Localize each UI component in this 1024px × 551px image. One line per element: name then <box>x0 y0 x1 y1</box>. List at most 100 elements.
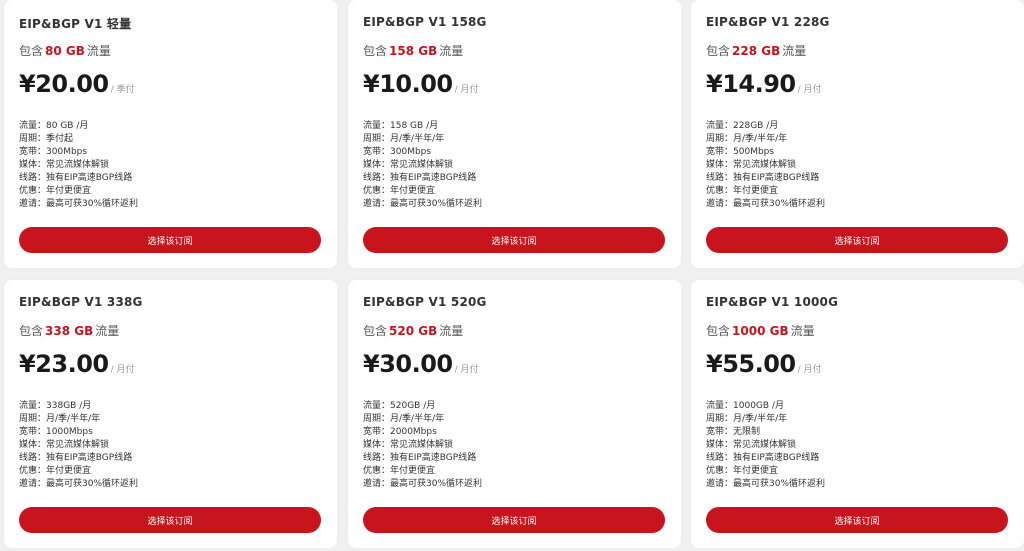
spec-value: 年付更便宜 <box>390 466 436 476</box>
spec-label: 邀请： <box>706 199 734 209</box>
spec-value: 独有EIP高速BGP线路 <box>390 453 477 463</box>
spec-value: 300Mbps <box>46 147 88 157</box>
traffic-prefix: 包含 <box>706 324 731 338</box>
plan-specs: 流量：80 GB /月 周期：季付起 宽带：300Mbps 媒体：常见流媒体解锁… <box>19 120 138 211</box>
spec-value: 月/季/半年/年 <box>390 414 445 424</box>
traffic-suffix: 流量 <box>439 324 464 338</box>
spec-row: 线路：独有EIP高速BGP线路 <box>19 452 138 465</box>
spec-row: 媒体：常见流媒体解锁 <box>19 159 138 172</box>
traffic-amount: 520 GB <box>389 324 438 338</box>
spec-label: 邀请： <box>19 479 47 489</box>
plan-period: / 月付 <box>110 365 135 375</box>
spec-row: 邀请：最高可获30%循环返利 <box>706 478 825 491</box>
spec-label: 媒体： <box>363 160 391 170</box>
spec-label: 优惠： <box>19 186 47 196</box>
spec-row: 周期：月/季/半年/年 <box>706 413 825 426</box>
spec-label: 媒体： <box>19 440 47 450</box>
spec-label: 宽带： <box>706 147 734 157</box>
select-plan-button[interactable]: 选择该订阅 <box>363 227 665 253</box>
spec-value: 1000Mbps <box>46 427 93 437</box>
traffic-suffix: 流量 <box>790 324 815 338</box>
traffic-prefix: 包含 <box>363 324 388 338</box>
spec-value: 最高可获30%循环返利 <box>733 199 826 209</box>
spec-value: 月/季/半年/年 <box>733 134 788 144</box>
spec-label: 优惠： <box>363 466 391 476</box>
spec-value: 80 GB /月 <box>46 121 89 131</box>
spec-row: 优惠：年付更便宜 <box>363 465 482 478</box>
spec-label: 流量： <box>706 121 734 131</box>
spec-row: 邀请：最高可获30%循环返利 <box>363 478 482 491</box>
spec-row: 优惠：年付更便宜 <box>19 185 138 198</box>
plan-title: EIP&BGP V1 1000G <box>706 295 839 309</box>
spec-value: 年付更便宜 <box>733 466 779 476</box>
spec-label: 媒体： <box>19 160 47 170</box>
price-row: ¥55.00/ 月付 <box>706 350 822 378</box>
spec-value: 常见流媒体解锁 <box>46 440 110 450</box>
select-plan-button[interactable]: 选择该订阅 <box>363 507 665 533</box>
spec-label: 线路： <box>19 453 47 463</box>
spec-label: 流量： <box>363 401 391 411</box>
price-row: ¥20.00/ 季付 <box>19 70 135 98</box>
spec-label: 媒体： <box>706 440 734 450</box>
spec-value: 最高可获30%循环返利 <box>733 479 826 489</box>
plan-card: EIP&BGP V1 158G 包含 158 GB 流量 ¥10.00/ 月付 流量… <box>348 0 681 268</box>
spec-value: 无限制 <box>733 427 761 437</box>
spec-value: 年付更便宜 <box>733 186 779 196</box>
spec-value: 年付更便宜 <box>46 466 92 476</box>
spec-row: 宽带：300Mbps <box>19 146 138 159</box>
plan-price: ¥10.00 <box>363 70 453 98</box>
plan-price: ¥30.00 <box>363 350 453 378</box>
select-plan-button[interactable]: 选择该订阅 <box>19 227 321 253</box>
spec-value: 2000Mbps <box>390 427 437 437</box>
spec-row: 邀请：最高可获30%循环返利 <box>19 478 138 491</box>
spec-value: 常见流媒体解锁 <box>390 160 454 170</box>
plan-specs: 流量：520GB /月 周期：月/季/半年/年 宽带：2000Mbps 媒体：常… <box>363 400 482 491</box>
spec-row: 宽带：1000Mbps <box>19 426 138 439</box>
plan-card: EIP&BGP V1 228G 包含 228 GB 流量 ¥14.90/ 月付 流量… <box>691 0 1024 268</box>
plan-traffic: 包含 338 GB 流量 <box>19 322 119 339</box>
traffic-amount: 80 GB <box>45 44 85 58</box>
price-row: ¥30.00/ 月付 <box>363 350 479 378</box>
plan-title: EIP&BGP V1 520G <box>363 295 487 309</box>
spec-row: 媒体：常见流媒体解锁 <box>706 159 825 172</box>
spec-row: 周期：季付起 <box>19 133 138 146</box>
spec-label: 媒体： <box>706 160 734 170</box>
plan-period: / 季付 <box>110 85 135 95</box>
plan-traffic: 包含 1000 GB 流量 <box>706 322 815 339</box>
select-plan-button[interactable]: 选择该订阅 <box>19 507 321 533</box>
plan-title: EIP&BGP V1 228G <box>706 15 830 29</box>
spec-label: 流量： <box>706 401 734 411</box>
plan-specs: 流量：1000GB /月 周期：月/季/半年/年 宽带：无限制 媒体：常见流媒体… <box>706 400 825 491</box>
spec-row: 流量：228GB /月 <box>706 120 825 133</box>
spec-value: 季付起 <box>46 134 74 144</box>
spec-row: 线路：独有EIP高速BGP线路 <box>706 172 825 185</box>
spec-label: 线路： <box>706 453 734 463</box>
spec-row: 邀请：最高可获30%循环返利 <box>706 198 825 211</box>
spec-value: 最高可获30%循环返利 <box>46 199 139 209</box>
spec-row: 流量：520GB /月 <box>363 400 482 413</box>
spec-value: 228GB /月 <box>733 121 779 131</box>
plan-card: EIP&BGP V1 520G 包含 520 GB 流量 ¥30.00/ 月付 流量… <box>348 280 681 548</box>
traffic-prefix: 包含 <box>363 44 388 58</box>
plan-traffic: 包含 80 GB 流量 <box>19 42 111 59</box>
select-plan-button[interactable]: 选择该订阅 <box>706 507 1008 533</box>
spec-label: 周期： <box>19 414 47 424</box>
spec-value: 520GB /月 <box>390 401 436 411</box>
spec-value: 最高可获30%循环返利 <box>46 479 139 489</box>
spec-label: 媒体： <box>363 440 391 450</box>
spec-label: 流量： <box>19 401 47 411</box>
spec-row: 媒体：常见流媒体解锁 <box>706 439 825 452</box>
spec-value: 1000GB /月 <box>733 401 784 411</box>
spec-value: 月/季/半年/年 <box>390 134 445 144</box>
traffic-suffix: 流量 <box>95 324 120 338</box>
spec-row: 媒体：常见流媒体解锁 <box>19 439 138 452</box>
plan-price: ¥14.90 <box>706 70 796 98</box>
spec-value: 500Mbps <box>733 147 775 157</box>
spec-label: 邀请： <box>363 479 391 489</box>
spec-value: 年付更便宜 <box>390 186 436 196</box>
plan-title: EIP&BGP V1 338G <box>19 295 143 309</box>
traffic-amount: 338 GB <box>45 324 94 338</box>
spec-label: 周期： <box>706 414 734 424</box>
select-plan-button[interactable]: 选择该订阅 <box>706 227 1008 253</box>
traffic-amount: 228 GB <box>732 44 781 58</box>
